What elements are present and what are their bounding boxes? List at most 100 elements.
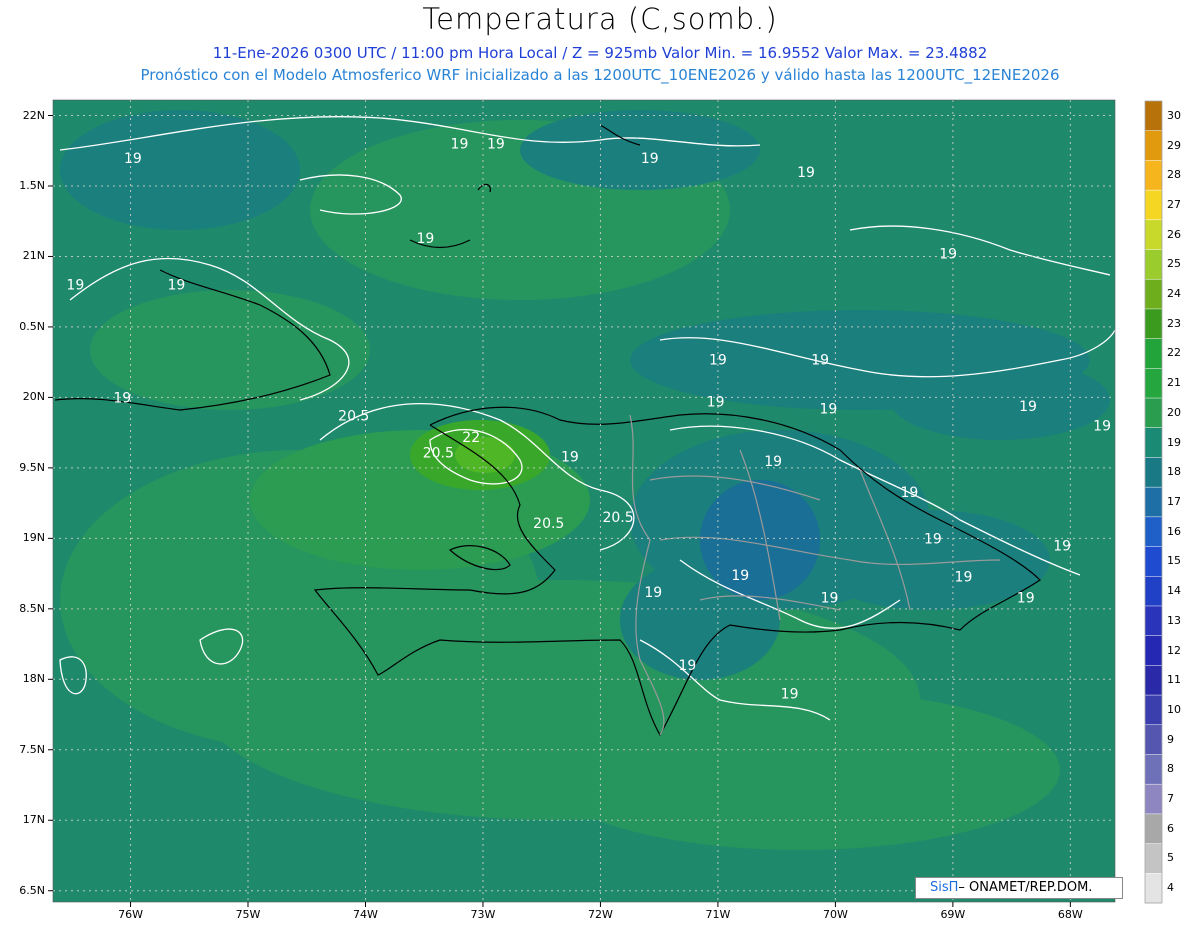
colorbar-swatch [1144, 457, 1163, 488]
contour-label: 19 [797, 165, 815, 181]
contour-label: 19 [924, 531, 942, 547]
contour-label: 19 [939, 247, 957, 263]
colorbar-swatch [1144, 130, 1163, 162]
colorbar-swatch [1144, 516, 1163, 548]
colorbar-swatch [1144, 427, 1163, 459]
contour-label: 19 [781, 686, 799, 702]
colorbar-swatch [1144, 546, 1163, 578]
contour-label: 20.5 [533, 516, 564, 532]
colorbar-label: 19 [1167, 435, 1181, 449]
contour-label: 19 [644, 585, 662, 601]
cool-region [60, 110, 300, 230]
colorbar-label: 25 [1167, 257, 1181, 271]
lon-label: 75W [235, 908, 261, 921]
lon-label: 73W [470, 908, 496, 921]
colorbar-swatch [1144, 635, 1163, 667]
contour-label: 19 [821, 591, 839, 607]
contour-label: 19 [764, 454, 782, 470]
lat-label: 0.5N [19, 319, 45, 333]
cool-region [890, 360, 1110, 440]
lon-label: 76W [118, 908, 143, 921]
lat-label: 6.5N [19, 883, 45, 897]
lon-label: 69W [940, 908, 966, 921]
colorbar-swatch [1144, 873, 1163, 904]
colorbar-swatch [1144, 665, 1163, 696]
colorbar-swatch [1144, 486, 1163, 518]
contour-label: 19 [707, 395, 725, 411]
lon-label: 74W [353, 908, 378, 921]
contour-label: 19 [1019, 399, 1037, 415]
colorbar-swatch [1144, 754, 1163, 785]
contour-label: 20.5 [423, 445, 454, 461]
colorbar-label: 13 [1167, 613, 1181, 627]
contour-label: 19 [124, 151, 142, 167]
lat-label: 7.5N [19, 742, 45, 756]
colorbar-label: 6 [1167, 821, 1174, 835]
lon-label: 70W [822, 908, 848, 921]
contour-label: 19 [1093, 419, 1111, 435]
colorbar-swatch [1144, 843, 1163, 875]
contour-label: 20.5 [338, 409, 369, 425]
colorbar-label: 24 [1167, 287, 1181, 301]
colorbar-swatch [1144, 368, 1163, 399]
colorbar-label: 12 [1167, 643, 1181, 657]
lat-label: 20N [22, 390, 45, 404]
lon-label: 72W [588, 908, 613, 921]
lat-label: 19N [22, 531, 45, 545]
contour-label: 19 [451, 137, 469, 153]
contour-label: 19 [1053, 538, 1071, 554]
lat-label: 1.5N [19, 178, 45, 192]
colorbar-label: 21 [1167, 376, 1181, 390]
contour-label: 19 [66, 278, 84, 294]
colorbar-swatch [1144, 605, 1163, 637]
colorbar-label: 20 [1167, 405, 1181, 419]
lat-label: 22N [22, 108, 45, 122]
colorbar-label: 14 [1167, 584, 1181, 598]
colorbar-label: 22 [1167, 346, 1181, 360]
colorbar-label: 9 [1167, 732, 1174, 746]
sispi-logo-text: SisΠ [930, 880, 959, 895]
colorbar-label: 10 [1167, 702, 1181, 716]
lat-label: 17N [22, 813, 45, 827]
colorbar-label: 27 [1167, 197, 1181, 211]
contour-label: 19 [113, 390, 131, 406]
colorbar-label: 26 [1167, 227, 1181, 241]
colorbar-label: 28 [1167, 168, 1181, 182]
colorbar-swatch [1144, 100, 1163, 132]
colorbar-swatch [1144, 308, 1163, 340]
warm-region [540, 690, 1060, 850]
contour-label: 20.5 [602, 510, 633, 526]
colorbar-label: 30 [1167, 108, 1181, 122]
contour-label: 19 [641, 151, 659, 167]
contour-label: 19 [487, 137, 505, 153]
colorbar-label: 5 [1167, 851, 1174, 865]
contour-label: 19 [731, 568, 749, 584]
contour-label: 19 [1017, 591, 1035, 607]
warm-region [90, 290, 370, 410]
colorbar-swatch [1144, 189, 1163, 221]
credit-box: SisΠ– ONAMET/REP.DOM. [915, 877, 1123, 899]
lat-label: 18N [22, 672, 45, 686]
contour-label: 19 [561, 450, 579, 466]
colorbar-label: 4 [1167, 881, 1174, 895]
lat-label: 21N [22, 249, 45, 263]
colorbar-swatch [1144, 160, 1163, 191]
colorbar-label: 8 [1167, 762, 1174, 776]
colorbar-swatch [1144, 397, 1163, 429]
lon-label: 71W [705, 908, 731, 921]
lat-label: 8.5N [19, 601, 45, 615]
contour-label: 19 [709, 352, 727, 368]
contour-label: 19 [167, 278, 185, 294]
colorbar-label: 29 [1167, 138, 1181, 152]
colorbar-swatch [1144, 249, 1163, 280]
colorbar-swatch [1144, 219, 1163, 251]
contour-label: 19 [955, 569, 973, 585]
colorbar-swatch [1144, 278, 1163, 310]
colorbar-label: 17 [1167, 495, 1181, 508]
contour-label: 19 [900, 485, 918, 501]
contour-label: 22 [462, 430, 480, 446]
colorbar-swatch [1144, 694, 1163, 726]
lon-label: 68W [1057, 908, 1083, 921]
colorbar-label: 18 [1167, 465, 1181, 479]
colorbar-swatch [1144, 576, 1163, 607]
